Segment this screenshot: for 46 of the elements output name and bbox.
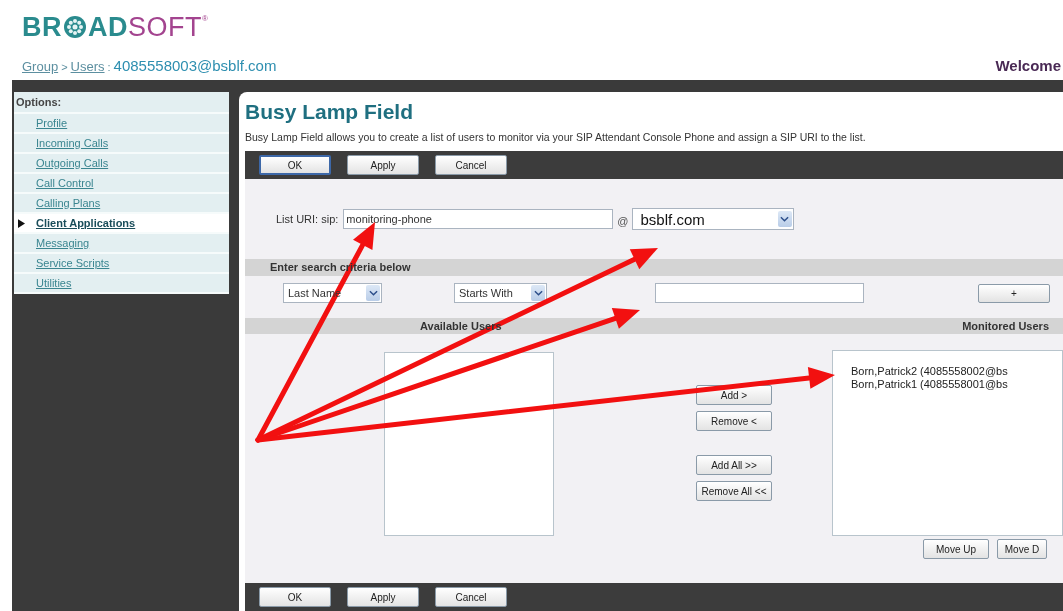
move-button[interactable]: Add All >> (696, 455, 772, 475)
logo-text: SOFT (128, 12, 202, 42)
user-list[interactable]: Born,Patrick2 (4085558002@bs Born,Patrick1 (4085558001@bs (832, 350, 1063, 536)
options-heading: Options: (14, 92, 229, 114)
sidebar-item[interactable]: Profile (14, 114, 229, 134)
sidebar-item[interactable]: Incoming Calls (14, 134, 229, 154)
dropdown[interactable]: Starts With (454, 283, 547, 303)
starburst-icon (63, 15, 87, 39)
list-item[interactable]: Born,Patrick1 (4085558001@bs (851, 378, 1062, 391)
action-button[interactable]: Cancel (435, 587, 507, 607)
search-button[interactable]: + (978, 283, 1050, 303)
search-field[interactable] (655, 283, 864, 303)
field-label: List URI: sip: (276, 213, 339, 225)
current-user: 4085558003@bsblf.com (113, 57, 277, 74)
order-button[interactable]: Move D (997, 539, 1047, 559)
sidebar-item[interactable]: Client Applications (14, 214, 229, 234)
action-button[interactable]: Cancel (435, 155, 507, 175)
sidebar-item[interactable]: Call Control (14, 174, 229, 194)
order-button[interactable]: Move Up (923, 539, 989, 559)
breadcrumb-link[interactable]: Group (22, 59, 59, 74)
at-sign: @ (617, 215, 629, 227)
action-button[interactable]: Apply (347, 155, 419, 175)
action-button[interactable]: Apply (347, 587, 419, 607)
breadcrumb-separator: > (61, 61, 68, 73)
breadcrumb-separator: : (107, 61, 111, 73)
logo-text: AD (88, 12, 128, 42)
sidebar-item[interactable]: Messaging (14, 234, 229, 254)
user-list[interactable] (384, 352, 554, 536)
column-heading: Monitored Users (962, 320, 1049, 332)
page-description: Busy Lamp Field allows you to create a list of users to monitor via your SIP Attendant Console Phone and assign a SIP URI to the list. (245, 131, 867, 143)
move-button[interactable]: Remove < (696, 411, 772, 431)
text-field[interactable]: monitoring-phone (343, 209, 614, 229)
registered-mark: ® (202, 14, 208, 23)
sidebar-item[interactable]: Utilities (14, 274, 229, 294)
pointer-icon (18, 219, 25, 228)
action-button[interactable]: OK (259, 587, 331, 607)
breadcrumb-link[interactable]: Users (70, 59, 105, 74)
list-item[interactable]: Born,Patrick2 (4085558002@bs (851, 365, 1062, 378)
dropdown[interactable]: bsblf.com (631, 208, 794, 230)
action-button[interactable]: OK (259, 155, 331, 175)
sidebar-item[interactable]: Service Scripts (14, 254, 229, 274)
page-title: Busy Lamp Field (245, 100, 415, 124)
move-button[interactable]: Remove All << (696, 481, 772, 501)
welcome-text: Welcome (995, 57, 1061, 74)
sidebar-item[interactable]: Outgoing Calls (14, 154, 229, 174)
logo-text: BR (22, 12, 62, 42)
